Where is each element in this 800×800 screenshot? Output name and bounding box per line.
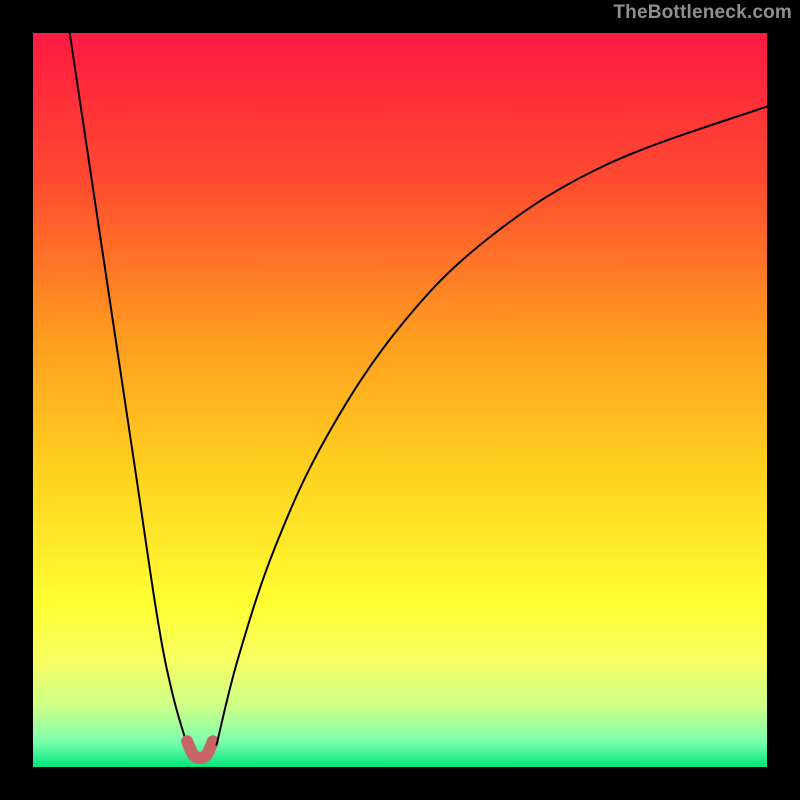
chart-frame: TheBottleneck.com — [0, 0, 800, 800]
gradient-background — [33, 33, 767, 767]
watermark-text: TheBottleneck.com — [613, 2, 792, 24]
plot-area — [33, 33, 767, 767]
bottleneck-chart — [33, 33, 767, 767]
